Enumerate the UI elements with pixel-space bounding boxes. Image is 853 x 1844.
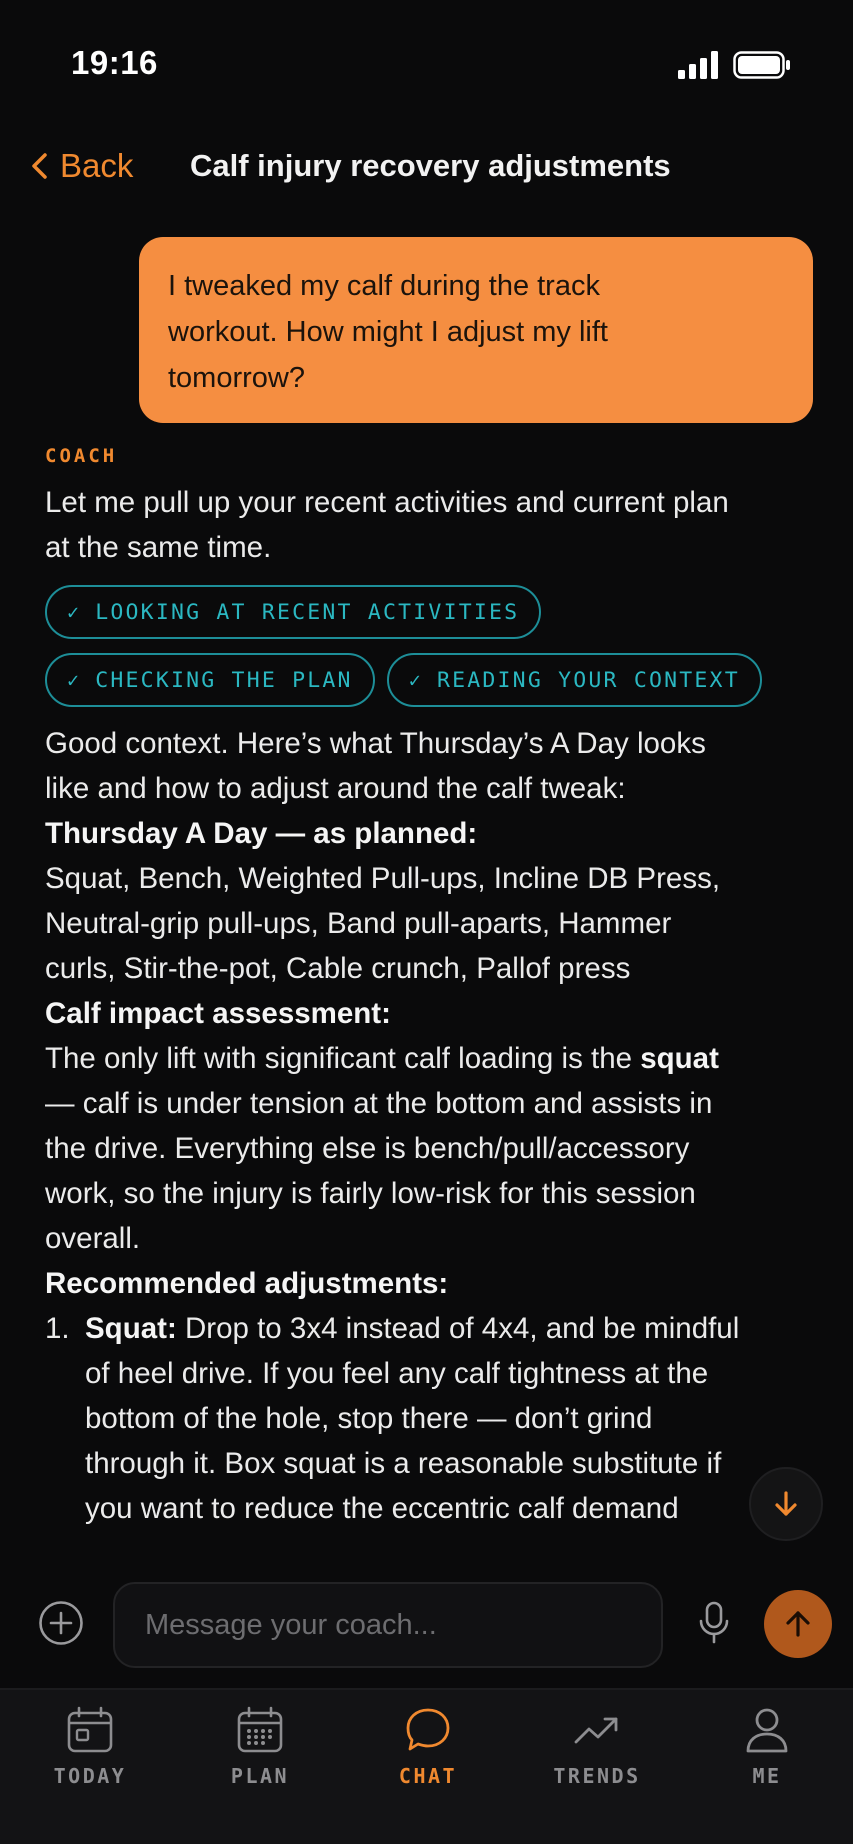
coach-intro-line: at the same time. (45, 531, 272, 564)
impact-text: The only lift with significant calf load… (45, 1042, 641, 1075)
tab-label: PLAN (230, 1764, 290, 1788)
arrow-down-icon (775, 1491, 797, 1516)
microphone-button[interactable] (696, 1600, 732, 1646)
send-button[interactable] (764, 1590, 832, 1658)
list-line: Squat: Drop to 3x4 instead of 4x4, and b… (85, 1306, 775, 1351)
planned-line: Neutral-grip pull-ups, Band pull-aparts,… (45, 907, 672, 940)
person-icon (746, 1708, 788, 1753)
tool-chip-label: LOOKING AT RECENT ACTIVITIES (95, 599, 520, 625)
tab-chat[interactable]: CHAT (368, 1704, 488, 1794)
tool-chip-label: CHECKING THE PLAN (95, 667, 353, 693)
impact-line: the drive. Everything else is bench/pull… (45, 1132, 690, 1165)
message-input[interactable] (113, 1582, 663, 1668)
tool-chips: ✓ LOOKING AT RECENT ACTIVITIES ✓ CHECKIN… (45, 585, 805, 707)
user-message-bubble: I tweaked my calf during the track worko… (139, 237, 813, 423)
user-message-line: workout. How might I adjust my lift (168, 316, 608, 348)
tab-label: TODAY (53, 1764, 127, 1788)
battery-icon (733, 51, 790, 79)
list-line: bottom of the hole, stop there — don’t g… (85, 1402, 653, 1435)
coach-intro: Let me pull up your recent activities an… (45, 480, 805, 570)
tab-trends[interactable]: TRENDS (537, 1704, 657, 1794)
planned-paragraph: Squat, Bench, Weighted Pull-ups, Incline… (45, 856, 805, 991)
impact-heading: Calf impact assessment: (45, 997, 391, 1030)
tab-label: TRENDS (553, 1764, 641, 1788)
chevron-left-icon (32, 153, 47, 179)
context-line: Good context. Here’s what Thursday’s A D… (45, 727, 706, 760)
nav-header: Back Calf injury recovery adjustments (0, 138, 853, 194)
status-time: 19:16 (71, 44, 158, 81)
impact-paragraph: The only lift with significant calf load… (45, 1036, 805, 1261)
impact-line: The only lift with significant calf load… (45, 1036, 805, 1081)
recommend-heading: Recommended adjustments: (45, 1267, 449, 1300)
tab-label: CHAT (398, 1764, 458, 1788)
tool-chip-recent-activities[interactable]: ✓ LOOKING AT RECENT ACTIVITIES (45, 585, 542, 639)
user-message-line: I tweaked my calf during the track (168, 270, 600, 302)
status-bar: 19:16 (0, 0, 853, 130)
list-number: 1. (45, 1312, 70, 1345)
coach-intro-line: Let me pull up your recent activities an… (45, 486, 729, 519)
trend-line-icon (574, 1717, 618, 1744)
tool-chip-label: READING YOUR CONTEXT (436, 667, 740, 693)
add-attachment-button[interactable] (38, 1600, 84, 1646)
check-icon: ✓ (408, 668, 423, 692)
arrow-up-icon (786, 1611, 810, 1637)
coach-message: COACH Let me pull up your recent activit… (45, 445, 805, 1531)
context-paragraph: Good context. Here’s what Thursday’s A D… (45, 721, 805, 811)
context-line: like and how to adjust around the calf t… (45, 772, 626, 805)
tab-plan[interactable]: PLAN (200, 1704, 320, 1794)
check-icon: ✓ (67, 668, 82, 692)
list-line: you want to reduce the eccentric calf de… (85, 1492, 679, 1525)
list-line: through it. Box squat is a reasonable su… (85, 1447, 722, 1480)
list-bold: Squat: (85, 1312, 177, 1345)
planned-line: Squat, Bench, Weighted Pull-ups, Incline… (45, 862, 721, 895)
list-line: of heel drive. If you feel any calf tigh… (85, 1357, 709, 1390)
page-title: Calf injury recovery adjustments (190, 148, 671, 183)
tab-bar: TODAY PLAN CHAT TRENDS ME (0, 1688, 853, 1844)
check-icon: ✓ (67, 600, 82, 624)
chat-bubble-icon (406, 1708, 450, 1751)
tool-chip-checking-plan[interactable]: ✓ CHECKING THE PLAN (45, 653, 375, 707)
impact-bold: squat (640, 1042, 719, 1075)
impact-line: work, so the injury is fairly low-risk f… (45, 1177, 696, 1210)
back-button[interactable]: Back (28, 138, 133, 194)
list-body: Squat: Drop to 3x4 instead of 4x4, and b… (85, 1306, 805, 1531)
impact-line: overall. (45, 1222, 141, 1255)
calendar-today-icon (67, 1706, 113, 1753)
tool-chip-reading-context[interactable]: ✓ READING YOUR CONTEXT (386, 653, 762, 707)
coach-body: Good context. Here’s what Thursday’s A D… (45, 721, 805, 1531)
coach-label: COACH (45, 445, 118, 467)
tab-label: ME (752, 1764, 782, 1788)
list-item: 1. Squat: Drop to 3x4 instead of 4x4, an… (45, 1306, 805, 1531)
back-label: Back (60, 147, 134, 184)
user-message-line: tomorrow? (168, 362, 305, 394)
tab-me[interactable]: ME (707, 1704, 827, 1794)
composer (0, 1570, 853, 1680)
impact-line: — calf is under tension at the bottom an… (45, 1087, 713, 1120)
planned-heading: Thursday A Day — as planned: (45, 817, 478, 850)
scroll-to-bottom-button[interactable] (749, 1467, 823, 1541)
calendar-grid-icon (237, 1706, 283, 1753)
planned-line: curls, Stir-the-pot, Cable crunch, Pallo… (45, 952, 631, 985)
tab-today[interactable]: TODAY (30, 1704, 150, 1794)
signal-icon (678, 51, 718, 79)
list-text: Drop to 3x4 instead of 4x4, and be mindf… (176, 1312, 740, 1345)
